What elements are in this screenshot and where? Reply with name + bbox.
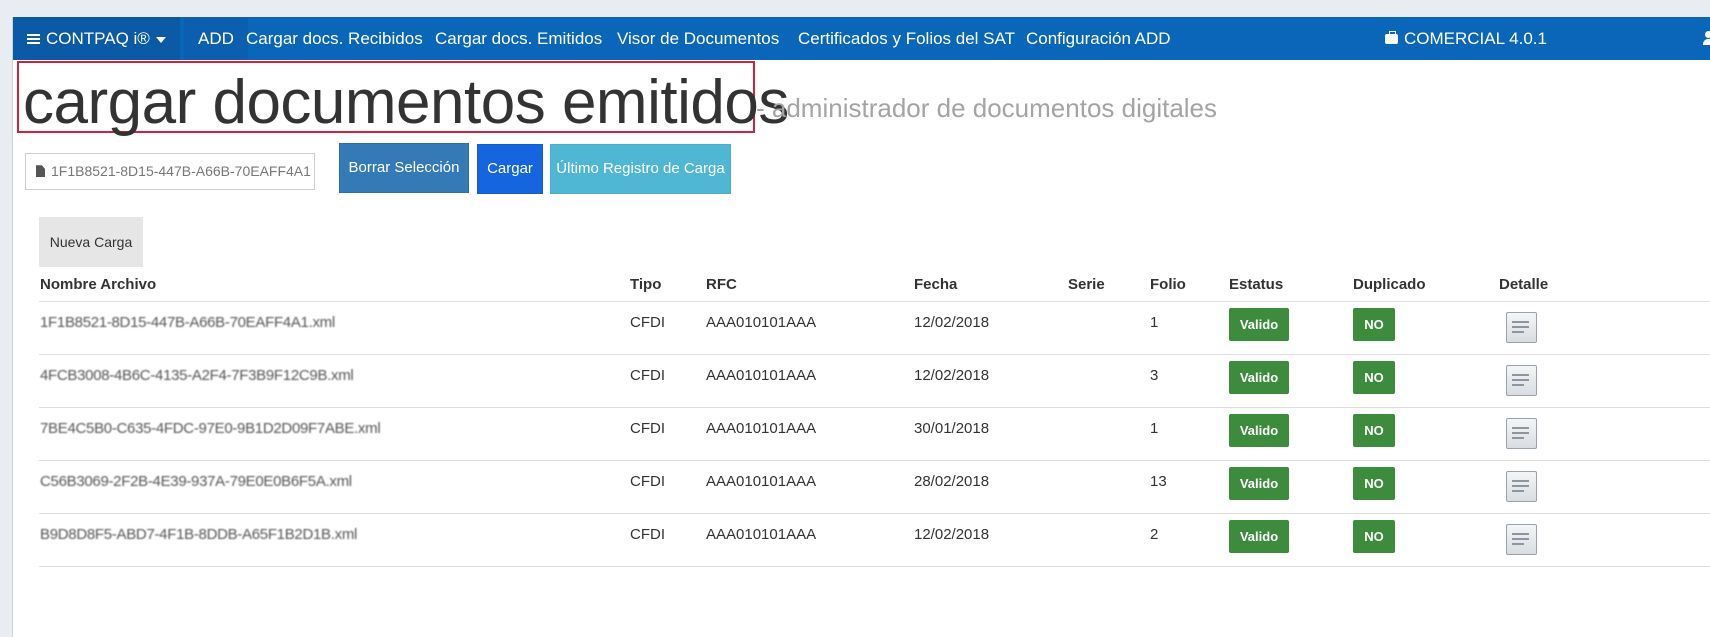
col-header-rfc[interactable]: RFC <box>706 276 737 293</box>
detail-icon[interactable] <box>1506 365 1537 396</box>
nav-cargar-recibidos[interactable]: Cargar docs. Recibidos <box>246 17 423 60</box>
cell-nombre: 7BE4C5B0-C635-4FDC-97E0-9B1D2D09F7ABE.xm… <box>40 420 381 437</box>
duplicate-badge: NO <box>1353 467 1395 500</box>
detail-icon[interactable] <box>1506 524 1537 555</box>
duplicate-badge: NO <box>1353 414 1395 447</box>
product-menu[interactable]: COMERCIAL 4.0.1 <box>1385 17 1547 60</box>
nav-certificados-folios[interactable]: Certificados y Folios del SAT <box>798 17 1015 60</box>
nav-visor-documentos[interactable]: Visor de Documentos <box>617 17 779 60</box>
top-navbar: CONTPAQ i® ADD Cargar docs. Recibidos Ca… <box>13 17 1710 60</box>
chevron-down-icon <box>155 36 166 43</box>
cell-tipo: CFDI <box>630 473 665 490</box>
briefcase-icon <box>1385 30 1398 44</box>
cell-folio: 3 <box>1150 367 1159 384</box>
cell-fecha: 12/02/2018 <box>914 314 990 331</box>
cell-tipo: CFDI <box>630 367 665 384</box>
cell-tipo: CFDI <box>630 420 665 437</box>
cell-nombre: C56B3069-2F2B-4E39-937A-79E0E0B6F5A.xml <box>40 473 352 490</box>
col-header-folio[interactable]: Folio <box>1150 276 1186 293</box>
col-header-fecha[interactable]: Fecha <box>914 276 957 293</box>
cell-fecha: 12/02/2018 <box>914 526 990 543</box>
detail-icon[interactable] <box>1506 471 1537 502</box>
col-header-nombre[interactable]: Nombre Archivo <box>40 276 156 293</box>
cell-fecha: 28/02/2018 <box>914 473 990 490</box>
detail-icon[interactable] <box>1506 312 1537 343</box>
page-title: cargar documentos emitidos <box>23 68 789 137</box>
file-input-value: 1F1B8521-8D15-447B-A66B-70EAFF4A1 <box>51 163 311 179</box>
duplicate-badge: NO <box>1353 361 1395 394</box>
col-header-detalle[interactable]: Detalle <box>1499 276 1548 293</box>
new-upload-button[interactable]: Nueva Carga <box>39 217 143 267</box>
nav-configuracion[interactable]: Configuración ADD <box>1026 17 1171 60</box>
page-subtitle: - administrador de documentos digitales <box>756 93 1218 123</box>
table-row[interactable]: 1F1B8521-8D15-447B-A66B-70EAFF4A1.xml CF… <box>39 302 1710 355</box>
clear-selection-button[interactable]: Borrar Selección <box>339 143 469 193</box>
cell-rfc: AAA010101AAA <box>706 367 817 384</box>
duplicate-badge: NO <box>1353 520 1395 553</box>
cell-tipo: CFDI <box>630 526 665 543</box>
last-upload-log-button[interactable]: Último Registro de Carga <box>550 144 731 194</box>
cell-nombre: 1F1B8521-8D15-447B-A66B-70EAFF4A1.xml <box>40 314 335 331</box>
cell-nombre: B9D8D8F5-ABD7-4F1B-8DDB-A65F1B2D1B.xml <box>40 526 358 543</box>
upload-button[interactable]: Cargar <box>477 144 543 194</box>
cell-folio: 1 <box>1150 314 1159 331</box>
table-row[interactable]: C56B3069-2F2B-4E39-937A-79E0E0B6F5A.xml … <box>39 461 1710 514</box>
col-header-tipo[interactable]: Tipo <box>630 276 661 293</box>
status-badge: Valido <box>1229 520 1289 553</box>
file-icon <box>36 165 45 178</box>
table-header: Nombre Archivo Tipo RFC Fecha Serie Foli… <box>39 267 1710 302</box>
cell-rfc: AAA010101AAA <box>706 314 817 331</box>
col-header-serie[interactable]: Serie <box>1068 276 1105 293</box>
duplicate-badge: NO <box>1353 308 1395 341</box>
cell-rfc: AAA010101AAA <box>706 473 817 490</box>
col-header-duplicado[interactable]: Duplicado <box>1353 276 1426 293</box>
file-input[interactable]: 1F1B8521-8D15-447B-A66B-70EAFF4A1 <box>25 153 315 190</box>
cell-folio: 1 <box>1150 420 1159 437</box>
cell-rfc: AAA010101AAA <box>706 420 817 437</box>
status-badge: Valido <box>1229 467 1289 500</box>
status-badge: Valido <box>1229 361 1289 394</box>
app-window: CONTPAQ i® ADD Cargar docs. Recibidos Ca… <box>12 17 1710 637</box>
cell-fecha: 12/02/2018 <box>914 367 990 384</box>
documents-table: Nombre Archivo Tipo RFC Fecha Serie Foli… <box>39 267 1710 567</box>
cell-folio: 13 <box>1150 473 1167 490</box>
brand-menu[interactable]: CONTPAQ i® <box>13 17 180 60</box>
nav-add[interactable]: ADD <box>184 17 248 60</box>
user-icon[interactable] <box>1703 31 1710 45</box>
cell-folio: 2 <box>1150 526 1159 543</box>
product-label: COMERCIAL 4.0.1 <box>1404 29 1547 48</box>
detail-icon[interactable] <box>1506 418 1537 449</box>
cell-tipo: CFDI <box>630 314 665 331</box>
menu-icon <box>27 34 40 45</box>
table-row[interactable]: B9D8D8F5-ABD7-4F1B-8DDB-A65F1B2D1B.xml C… <box>39 514 1710 567</box>
cell-rfc: AAA010101AAA <box>706 526 817 543</box>
cell-fecha: 30/01/2018 <box>914 420 990 437</box>
status-badge: Valido <box>1229 414 1289 447</box>
table-row[interactable]: 7BE4C5B0-C635-4FDC-97E0-9B1D2D09F7ABE.xm… <box>39 408 1710 461</box>
status-badge: Valido <box>1229 308 1289 341</box>
nav-cargar-emitidos[interactable]: Cargar docs. Emitidos <box>435 17 602 60</box>
table-row[interactable]: 4FCB3008-4B6C-4135-A2F4-7F3B9F12C9B.xml … <box>39 355 1710 408</box>
col-header-estatus[interactable]: Estatus <box>1229 276 1283 293</box>
cell-nombre: 4FCB3008-4B6C-4135-A2F4-7F3B9F12C9B.xml <box>40 367 354 384</box>
brand-label: CONTPAQ i® <box>46 29 150 48</box>
